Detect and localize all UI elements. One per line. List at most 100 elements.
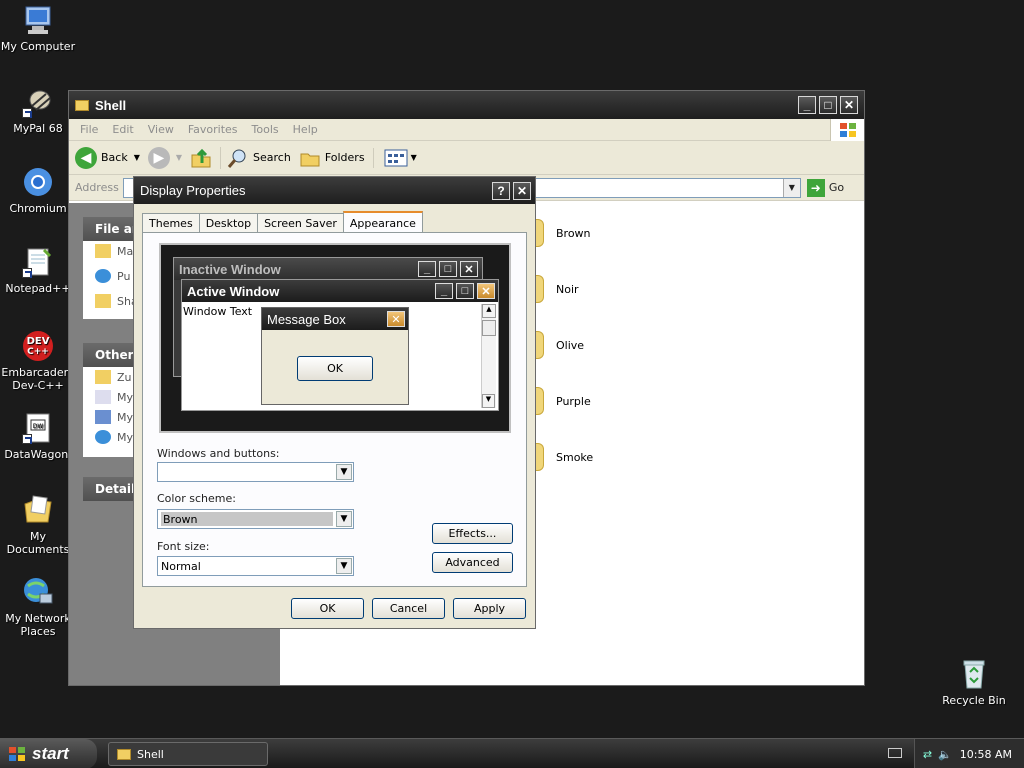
go-button[interactable]: ➜ Go <box>806 178 844 197</box>
menu-tools[interactable]: Tools <box>245 123 286 136</box>
font-size-select[interactable]: Normal ▼ <box>157 556 354 576</box>
preview-scrollbar: ▲ ▼ <box>481 304 496 408</box>
up-folder-button[interactable] <box>190 147 212 169</box>
folder-icon <box>95 370 111 384</box>
share-folder-icon <box>95 294 111 308</box>
desktop-icon-label: Notepad++ <box>5 282 71 295</box>
font-size-label: Font size: <box>157 540 210 553</box>
close-button[interactable]: ✕ <box>513 181 531 200</box>
windows-flag-icon <box>9 747 25 761</box>
desktop-icon-my-network[interactable]: My Network Places <box>0 576 76 638</box>
system-tray: ⇄ 🔈 10:58 AM <box>914 739 1024 768</box>
publish-web-icon <box>95 269 111 283</box>
menu-edit[interactable]: Edit <box>105 123 140 136</box>
display-properties-dialog: Display Properties ? ✕ Themes Desktop Sc… <box>133 176 536 629</box>
effects-button[interactable]: Effects... <box>432 523 513 544</box>
folder-item[interactable]: Brown <box>530 219 591 247</box>
chevron-down-icon[interactable]: ▼ <box>336 558 352 574</box>
dialog-titlebar[interactable]: Display Properties ? ✕ <box>134 177 535 204</box>
my-documents-icon <box>22 494 54 526</box>
shell-titlebar[interactable]: Shell _ □ ✕ <box>69 91 864 119</box>
desktop-icon-my-documents[interactable]: My Documents <box>0 494 76 556</box>
back-arrow-icon: ◀ <box>75 146 97 169</box>
help-button[interactable]: ? <box>492 181 510 200</box>
shell-window-title: Shell <box>95 97 127 113</box>
tab-desktop[interactable]: Desktop <box>198 213 259 233</box>
desktop-icon-devcpp[interactable]: DEV C++ Embarcadero Dev-C++ <box>0 330 76 392</box>
chromium-icon <box>22 166 54 198</box>
svg-text:C++: C++ <box>27 347 49 357</box>
mypal-icon <box>22 86 54 118</box>
new-folder-icon <box>95 244 111 258</box>
inactive-window-title: Inactive Window <box>179 261 281 277</box>
taskbar-button-shell[interactable]: Shell <box>108 742 268 766</box>
folder-item[interactable]: Olive <box>530 331 584 359</box>
folder-item[interactable]: Noir <box>530 275 579 303</box>
forward-button[interactable]: ▶ ▼ <box>147 146 183 169</box>
menu-view[interactable]: View <box>141 123 181 136</box>
desktop-icon-chromium[interactable]: Chromium <box>0 166 76 215</box>
ok-button[interactable]: OK <box>291 598 364 619</box>
tab-appearance[interactable]: Appearance <box>342 211 423 233</box>
folders-icon <box>300 153 320 166</box>
address-label: Address <box>75 181 119 194</box>
desktop-icon-mypal[interactable]: MyPal 68 <box>0 86 76 135</box>
close-icon: ✕ <box>460 261 478 277</box>
color-scheme-label: Color scheme: <box>157 492 236 505</box>
message-box-title: Message Box <box>267 311 346 327</box>
shell-menubar: File Edit View Favorites Tools Help <box>69 118 864 141</box>
windows-buttons-select[interactable]: ▼ <box>157 462 354 482</box>
clock[interactable]: 10:58 AM <box>960 748 1012 761</box>
tab-themes[interactable]: Themes <box>142 213 200 233</box>
up-folder-icon <box>191 148 211 167</box>
desktop-icon-recycle-bin[interactable]: Recycle Bin <box>936 658 1012 707</box>
menu-file[interactable]: File <box>73 123 105 136</box>
menu-help[interactable]: Help <box>286 123 325 136</box>
chevron-down-icon: ▼ <box>133 153 140 162</box>
svg-text:DEV: DEV <box>27 336 50 347</box>
notepadpp-icon <box>22 246 54 278</box>
desktop-icon-datawagon[interactable]: DW DataWagon. <box>0 412 76 461</box>
color-scheme-select[interactable]: Brown ▼ <box>157 509 354 529</box>
message-box-ok-button: OK <box>297 356 373 381</box>
window-text: Window Text <box>183 305 253 318</box>
folders-button[interactable]: Folders <box>299 148 365 168</box>
menu-favorites[interactable]: Favorites <box>181 123 245 136</box>
views-button[interactable]: ▼ <box>372 147 417 168</box>
volume-tray-icon[interactable]: 🔈 <box>938 748 952 761</box>
apply-button[interactable]: Apply <box>453 598 526 619</box>
chevron-down-icon: ▼ <box>175 153 183 162</box>
desktop-icon-label: Embarcadero Dev-C++ <box>1 366 75 392</box>
recycle-bin-icon <box>958 658 990 690</box>
appearance-panel: Inactive Window _ □ ✕ Active Window _ □ … <box>142 232 527 587</box>
tab-screen-saver[interactable]: Screen Saver <box>257 213 344 233</box>
folder-item[interactable]: Smoke <box>530 443 593 471</box>
dialog-title: Display Properties <box>140 183 246 198</box>
close-button[interactable]: ✕ <box>840 96 858 114</box>
chevron-down-icon: ▼ <box>410 153 417 162</box>
keyboard-icon[interactable] <box>888 748 902 758</box>
go-arrow-icon: ➜ <box>806 178 825 197</box>
desktop-icon-label: My Network Places <box>5 612 71 638</box>
maximize-button[interactable]: □ <box>819 96 837 114</box>
chevron-down-icon[interactable]: ▼ <box>336 511 352 527</box>
desktop-icon-label: Chromium <box>9 202 67 215</box>
address-dropdown-arrow-icon[interactable]: ▼ <box>782 178 800 197</box>
folder-item[interactable]: Purple <box>530 387 591 415</box>
appearance-preview: Inactive Window _ □ ✕ Active Window _ □ … <box>159 243 511 433</box>
network-tray-icon[interactable]: ⇄ <box>923 748 932 761</box>
cancel-button[interactable]: Cancel <box>372 598 445 619</box>
back-button[interactable]: ◀ Back ▼ <box>75 146 140 169</box>
chevron-down-icon[interactable]: ▼ <box>336 464 352 480</box>
search-button[interactable]: Search <box>220 146 291 169</box>
forward-arrow-icon: ▶ <box>147 146 170 169</box>
desktop-icon-label: DataWagon. <box>4 448 72 461</box>
desktop-icon-my-computer[interactable]: My Computer <box>0 4 76 53</box>
advanced-button[interactable]: Advanced <box>432 552 513 573</box>
minimize-button[interactable]: _ <box>798 96 816 114</box>
desktop-icon-notepadpp[interactable]: Notepad++ <box>0 246 76 295</box>
active-window-title: Active Window <box>187 283 280 299</box>
maximize-icon: □ <box>456 283 474 299</box>
shell-toolbar: ◀ Back ▼ ▶ ▼ Search Folders ▼ <box>69 141 864 175</box>
start-button[interactable]: start <box>0 739 97 768</box>
